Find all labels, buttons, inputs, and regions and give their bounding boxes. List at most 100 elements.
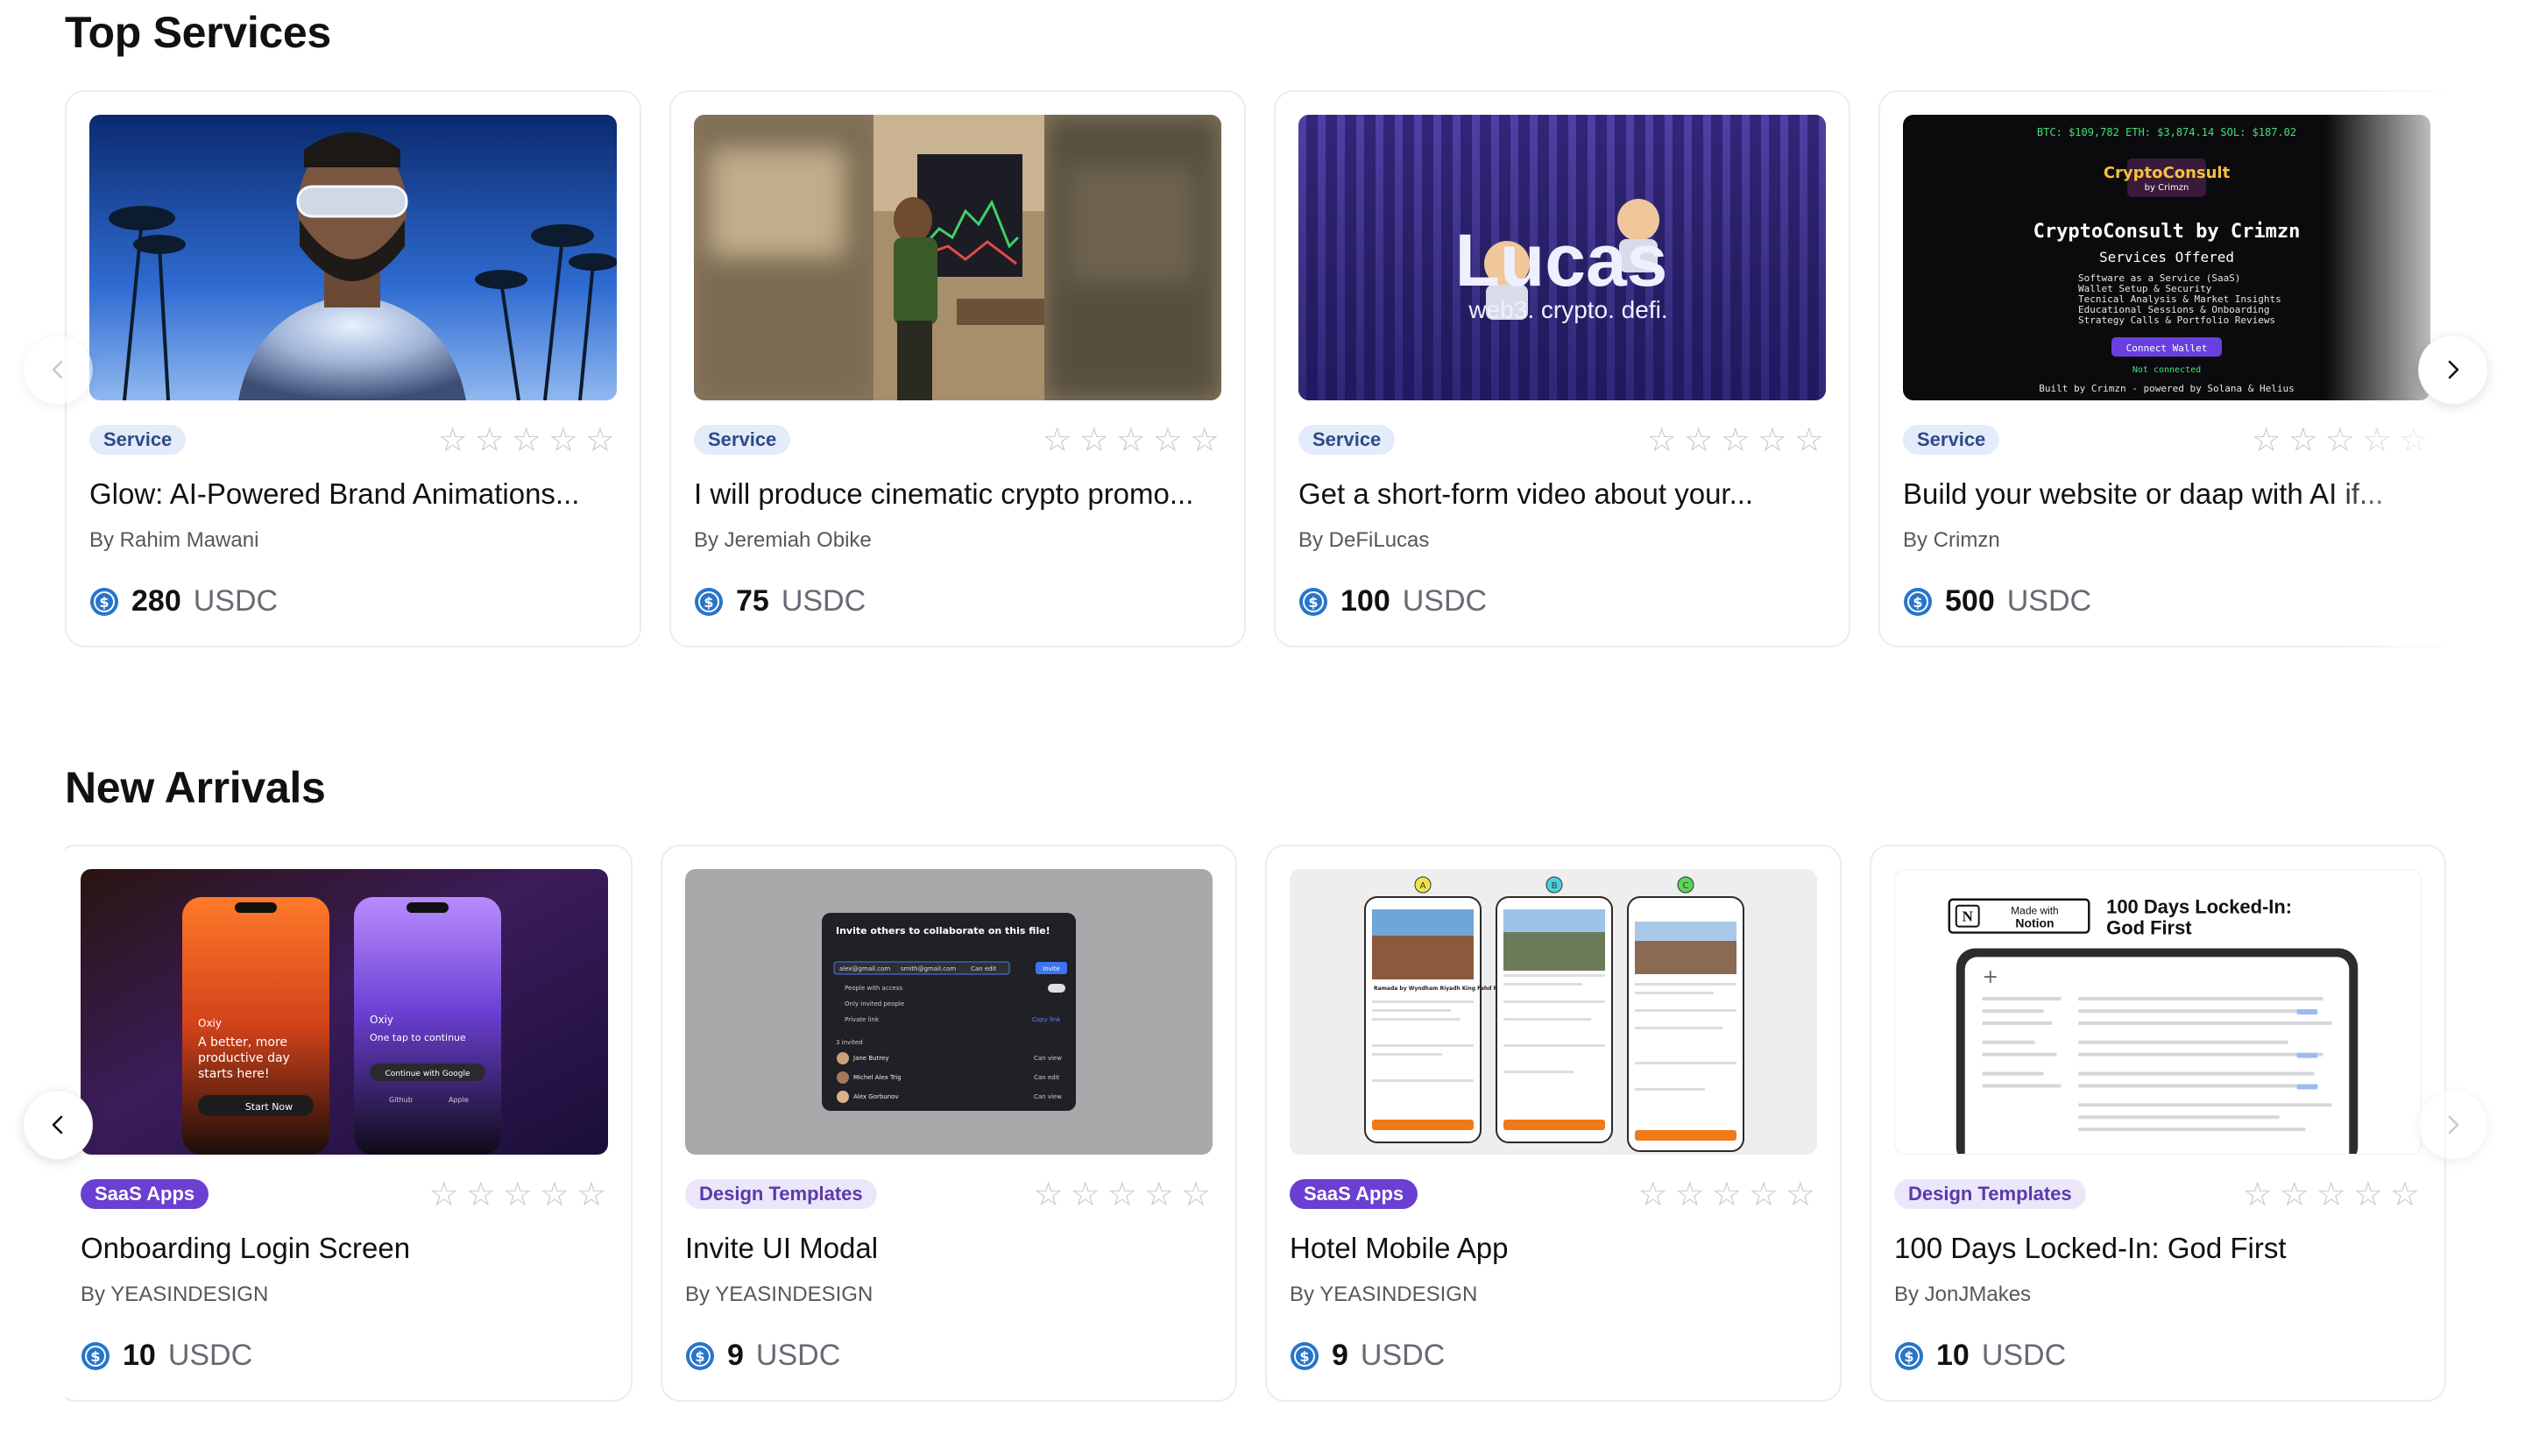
product-title[interactable]: 100 Days Locked-In: God First [1894, 1232, 2422, 1265]
product-title[interactable]: Hotel Mobile App [1290, 1232, 1817, 1265]
star-icon[interactable]: ☆ [540, 1177, 569, 1211]
star-icon[interactable]: ☆ [2362, 423, 2392, 456]
star-icon[interactable]: ☆ [1190, 423, 1220, 456]
star-rating[interactable]: ☆ ☆ ☆ ☆ ☆ [438, 423, 615, 456]
svg-text:God First: God First [2106, 917, 2192, 939]
star-icon[interactable]: ☆ [1153, 423, 1183, 456]
star-rating[interactable]: ☆ ☆ ☆ ☆ ☆ [1638, 1177, 1815, 1211]
star-icon[interactable]: ☆ [512, 423, 541, 456]
star-icon[interactable]: ☆ [1034, 1177, 1064, 1211]
star-rating[interactable]: ☆ ☆ ☆ ☆ ☆ [2243, 1177, 2420, 1211]
onboarding-apple-text: Apple [449, 1096, 469, 1104]
product-card[interactable]: A B C Ramada by Wyndham Riyadh King Fahd… [1265, 845, 1842, 1402]
star-icon[interactable]: ☆ [2390, 1177, 2420, 1211]
product-title[interactable]: Get a short-form video about your... [1298, 477, 1826, 511]
onboarding-cta-text: Start Now [245, 1101, 293, 1113]
product-thumbnail[interactable]: Oxiy A better, more productive day start… [81, 869, 608, 1155]
star-icon[interactable]: ☆ [1712, 1177, 1742, 1211]
star-icon[interactable]: ☆ [1638, 1177, 1668, 1211]
star-icon[interactable]: ☆ [466, 1177, 496, 1211]
star-icon[interactable]: ☆ [1675, 1177, 1705, 1211]
product-title[interactable]: I will produce cinematic crypto promo... [694, 477, 1221, 511]
svg-text:+: + [1983, 966, 1998, 988]
star-icon[interactable]: ☆ [2325, 423, 2355, 456]
star-icon[interactable]: ☆ [1749, 1177, 1779, 1211]
star-icon[interactable]: ☆ [585, 423, 615, 456]
star-icon[interactable]: ☆ [438, 423, 468, 456]
product-title[interactable]: Glow: AI-Powered Brand Animations... [89, 477, 617, 511]
svg-text:$: $ [704, 594, 713, 611]
star-icon[interactable]: ☆ [548, 423, 578, 456]
star-rating[interactable]: ☆ ☆ ☆ ☆ ☆ [2252, 423, 2429, 456]
star-icon[interactable]: ☆ [2353, 1177, 2383, 1211]
product-card[interactable]: Lucas web3. crypto. defi. Service ☆ ☆ ☆ ☆ ☆ … [1274, 90, 1850, 647]
product-price: $ 100 USDC [1298, 584, 1487, 618]
product-title[interactable]: Invite UI Modal [685, 1232, 1213, 1265]
product-thumbnail[interactable]: A B C Ramada by Wyndham Riyadh King Fahd… [1290, 869, 1817, 1155]
product-card[interactable]: Service ☆ ☆ ☆ ☆ ☆ Glow: AI-Powered Brand Ani… [65, 90, 641, 647]
chevron-right-icon [2448, 360, 2459, 379]
star-rating[interactable]: ☆ ☆ ☆ ☆ ☆ [429, 1177, 606, 1211]
product-thumbnail[interactable]: Invite others to collaborate on this fil… [685, 869, 1213, 1155]
star-icon[interactable]: ☆ [1758, 423, 1787, 456]
carousel-prev-button[interactable] [23, 335, 93, 405]
invitee-name-text: Alex Gorbunov [853, 1093, 899, 1100]
star-icon[interactable]: ☆ [1071, 1177, 1100, 1211]
star-icon[interactable]: ☆ [2252, 423, 2281, 456]
invitee-role-text: Can edit [1034, 1074, 1060, 1081]
invite-private-text: Private link [845, 1016, 880, 1023]
price-amount: 100 [1340, 584, 1390, 618]
star-icon[interactable]: ☆ [1721, 423, 1751, 456]
product-card[interactable]: BTC: $109,782 ETH: $3,874.14 SOL: $187.0… [1878, 90, 2448, 647]
svg-text:$: $ [99, 594, 109, 611]
product-card[interactable]: Service ☆ ☆ ☆ ☆ ☆ I will produce cinematic c… [669, 90, 1246, 647]
product-card[interactable]: Invite others to collaborate on this fil… [661, 845, 1237, 1402]
star-icon[interactable]: ☆ [1043, 423, 1072, 456]
star-icon[interactable]: ☆ [1647, 423, 1677, 456]
star-rating[interactable]: ☆ ☆ ☆ ☆ ☆ [1043, 423, 1220, 456]
star-icon[interactable]: ☆ [503, 1177, 533, 1211]
product-author: By JonJMakes [1894, 1283, 2032, 1306]
product-thumbnail[interactable]: N Made with Notion 100 Days Locked-In: G… [1894, 869, 2422, 1155]
usdc-coin-icon: $ [1904, 587, 1932, 616]
carousel-next-button[interactable] [2418, 1090, 2488, 1160]
star-icon[interactable]: ☆ [2399, 423, 2429, 456]
star-icon[interactable]: ☆ [2280, 1177, 2309, 1211]
star-icon[interactable]: ☆ [2243, 1177, 2273, 1211]
product-card[interactable]: Oxiy A better, more productive day start… [65, 845, 633, 1402]
star-icon[interactable]: ☆ [1794, 423, 1824, 456]
star-icon[interactable]: ☆ [1116, 423, 1146, 456]
svg-text:$: $ [1299, 1348, 1309, 1365]
star-icon[interactable]: ☆ [1107, 1177, 1137, 1211]
star-icon[interactable]: ☆ [475, 423, 505, 456]
carousel-next-button[interactable] [2418, 335, 2488, 405]
product-thumbnail[interactable]: Lucas web3. crypto. defi. [1298, 115, 1826, 400]
star-icon[interactable]: ☆ [2316, 1177, 2346, 1211]
star-icon[interactable]: ☆ [429, 1177, 459, 1211]
star-icon[interactable]: ☆ [2288, 423, 2318, 456]
section-title: New Arrivals [65, 763, 326, 812]
star-icon[interactable]: ☆ [1684, 423, 1714, 456]
product-title[interactable]: Onboarding Login Screen [81, 1232, 608, 1265]
price-currency: USDC [1402, 584, 1488, 618]
hotel-marker-text: B [1552, 881, 1558, 891]
product-thumbnail[interactable] [89, 115, 617, 400]
star-icon[interactable]: ☆ [1786, 1177, 1815, 1211]
product-card[interactable]: N Made with Notion 100 Days Locked-In: G… [1870, 845, 2446, 1402]
category-badge: Design Templates [685, 1179, 877, 1209]
product-price: $ 280 USDC [89, 584, 278, 618]
star-icon[interactable]: ☆ [1079, 423, 1109, 456]
star-icon[interactable]: ☆ [576, 1177, 606, 1211]
crypto-logo-sub-text: by Crimzn [2145, 183, 2189, 193]
carousel-prev-button[interactable] [23, 1090, 93, 1160]
star-icon[interactable]: ☆ [1144, 1177, 1174, 1211]
star-rating[interactable]: ☆ ☆ ☆ ☆ ☆ [1034, 1177, 1211, 1211]
price-currency: USDC [1360, 1339, 1446, 1372]
star-icon[interactable]: ☆ [1181, 1177, 1211, 1211]
product-title[interactable]: Build your website or daap with AI if... [1903, 477, 2430, 511]
category-badge: Design Templates [1894, 1179, 2086, 1209]
product-thumbnail[interactable] [694, 115, 1221, 400]
price-amount: 9 [727, 1339, 744, 1372]
product-thumbnail[interactable]: BTC: $109,782 ETH: $3,874.14 SOL: $187.0… [1903, 115, 2430, 400]
star-rating[interactable]: ☆ ☆ ☆ ☆ ☆ [1647, 423, 1824, 456]
